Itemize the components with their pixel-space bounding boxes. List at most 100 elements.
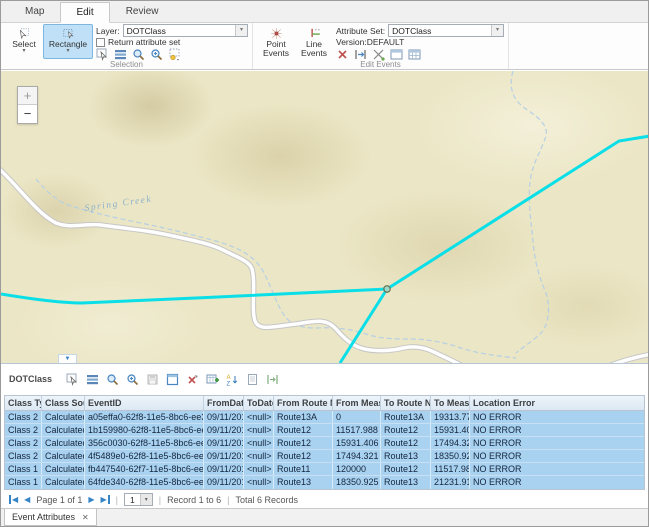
select-records-icon[interactable] [66,373,79,386]
page-selector-value: 1 [125,494,140,505]
table-cell: Calculated [42,463,85,475]
tab-review[interactable]: Review [110,1,175,22]
column-header-todate[interactable]: ToDate [244,396,274,410]
map-view[interactable]: Spring Creek + − ▼ [1,71,648,363]
column-header-to-measure[interactable]: To Measure [431,396,470,410]
zoom-in-button[interactable]: + [18,87,37,105]
first-page-button[interactable]: ◀ [9,495,18,504]
layer-dropdown-value: DOTClass [124,26,235,36]
table-cell: Calculated [42,411,85,423]
report-icon[interactable] [246,373,259,386]
attribute-set-dropdown[interactable]: DOTClass ▾ [388,24,504,37]
table-cell: Route12 [381,424,431,436]
tab-edit[interactable]: Edit [60,2,109,23]
table-cell: Route12 [381,463,431,475]
table-cell: NO ERROR [470,476,644,489]
return-attribute-set-checkbox[interactable] [96,38,105,47]
table-cell: Route12 [274,437,333,449]
last-page-button[interactable]: ▶ [101,495,110,504]
table-cell: 64fde340-62f8-11e5-8bc6-ee32641d5ec9 [85,476,204,489]
page-selector-caret-icon[interactable]: ▾ [140,494,152,505]
table-cell: NO ERROR [470,463,644,475]
column-header-class-type[interactable]: Class Type [5,396,42,410]
road-casing [1,167,473,363]
map-zoom-control: + − [17,86,38,124]
close-tab-icon[interactable]: ✕ [82,513,89,522]
point-events-label: Point Events [259,40,293,59]
table-cell: 15931.406 [333,437,381,449]
line-events-button[interactable]: Line Events [295,24,333,59]
table-cell: 1b159980-62f8-11e5-8bc6-ee32641d5ec9 [85,424,204,436]
edit-events-group-label: Edit Events [253,60,508,69]
show-selected-records-icon[interactable] [86,373,99,386]
table-cell: Route13 [274,476,333,489]
line-events-label: Line Events [297,40,331,59]
rectangle-button[interactable]: Rectangle ▾ [43,24,93,59]
page-selector-dropdown[interactable]: 1 ▾ [124,493,153,506]
table-row[interactable]: Class 1Calculated64fde340-62f8-11e5-8bc6… [5,476,644,489]
zoom-to-selected-icon[interactable] [106,373,119,386]
save-edits-icon[interactable] [146,373,159,386]
table-cell: 17494.321 [333,450,381,462]
column-header-location-error[interactable]: Location Error [470,396,644,410]
point-events-button[interactable]: Point Events [257,24,295,59]
column-header-eventid[interactable]: EventID [85,396,204,410]
table-cell: 09/11/2015 [204,424,244,436]
next-page-button[interactable]: ▶ [88,495,94,504]
table-cell: Class 2 [5,424,42,436]
delete-selected-icon[interactable] [186,373,199,386]
table-cell: Route13A [274,411,333,423]
tab-event-attributes-label: Event Attributes [12,512,75,522]
panel-tab-bar: Event Attributes ✕ [1,508,648,527]
table-row[interactable]: Class 2Calculated356c0030-62f8-11e5-8bc6… [5,437,644,450]
record-range-text: Record 1 to 6 [167,495,221,505]
selection-group: Select ▾ Rectangle ▾ Layer: DOTClass ▾ [1,23,253,69]
zoom-out-button[interactable]: − [18,105,37,123]
svg-text:A: A [227,375,231,381]
table-cell: Class 1 [5,463,42,475]
tab-map[interactable]: Map [9,1,60,22]
table-row[interactable]: Class 2Calculateda05effa0-62f8-11e5-8bc6… [5,411,644,424]
event-attributes-panel: DOTClass AZ Class TypeClass SourceEventI… [1,363,648,526]
version-label: Version:DEFAULT [336,37,404,47]
pan-to-selected-icon[interactable] [126,373,139,386]
previous-page-button[interactable]: ◀ [24,495,30,504]
column-header-class-source[interactable]: Class Source [42,396,85,410]
column-header-to-route-name[interactable]: To Route Name [381,396,431,410]
column-header-from-measure[interactable]: From Measure [333,396,381,410]
table-row[interactable]: Class 2Calculated4f5489e0-62f8-11e5-8bc6… [5,450,644,463]
sort-icon[interactable]: AZ [226,373,239,386]
table-cell: fb447540-62f7-11e5-8bc6-ee32641d5ec9 [85,463,204,475]
route-events [1,136,648,363]
table-cell: <null> [244,463,274,475]
table-cell: Calculated [42,424,85,436]
attribute-set-caret-icon[interactable]: ▾ [491,25,503,36]
column-header-from-route-name[interactable]: From Route Name [274,396,333,410]
tab-event-attributes[interactable]: Event Attributes ✕ [4,509,97,526]
table-cell: Class 1 [5,476,42,489]
table-cell: Calculated [42,450,85,462]
fit-columns-icon[interactable] [266,373,279,386]
select-button[interactable]: Select ▾ [5,24,43,59]
collapse-panel-button[interactable]: ▼ [58,354,77,363]
return-attribute-set-label: Return attribute set [108,37,180,47]
column-header-fromdate[interactable]: FromDate [204,396,244,410]
creek-label: Spring Creek [84,195,153,214]
table-cell: 09/11/2015 [204,450,244,462]
svg-text:Z: Z [227,381,231,386]
layer-dropdown-caret-icon[interactable]: ▾ [235,25,247,36]
table-row[interactable]: Class 2Calculated1b159980-62f8-11e5-8bc6… [5,424,644,437]
table-cell: Route11 [274,463,333,475]
rectangle-caret-down-icon[interactable]: ▾ [66,49,69,54]
select-caret-down-icon[interactable]: ▾ [22,49,25,54]
ribbon: Select ▾ Rectangle ▾ Layer: DOTClass ▾ [1,23,648,70]
layer-dropdown[interactable]: DOTClass ▾ [123,24,248,37]
table-cell: 356c0030-62f8-11e5-8bc6-ee32641d5ec9 [85,437,204,449]
page-status-text: Page 1 of 1 [36,495,82,505]
attribute-window-icon[interactable] [166,373,179,386]
table-cell: 4f5489e0-62f8-11e5-8bc6-ee32641d5ec9 [85,450,204,462]
route-west [1,289,387,303]
add-records-icon[interactable] [206,373,219,386]
table-row[interactable]: Class 1Calculatedfb447540-62f7-11e5-8bc6… [5,463,644,476]
attribute-table: Class TypeClass SourceEventIDFromDateToD… [4,395,645,490]
